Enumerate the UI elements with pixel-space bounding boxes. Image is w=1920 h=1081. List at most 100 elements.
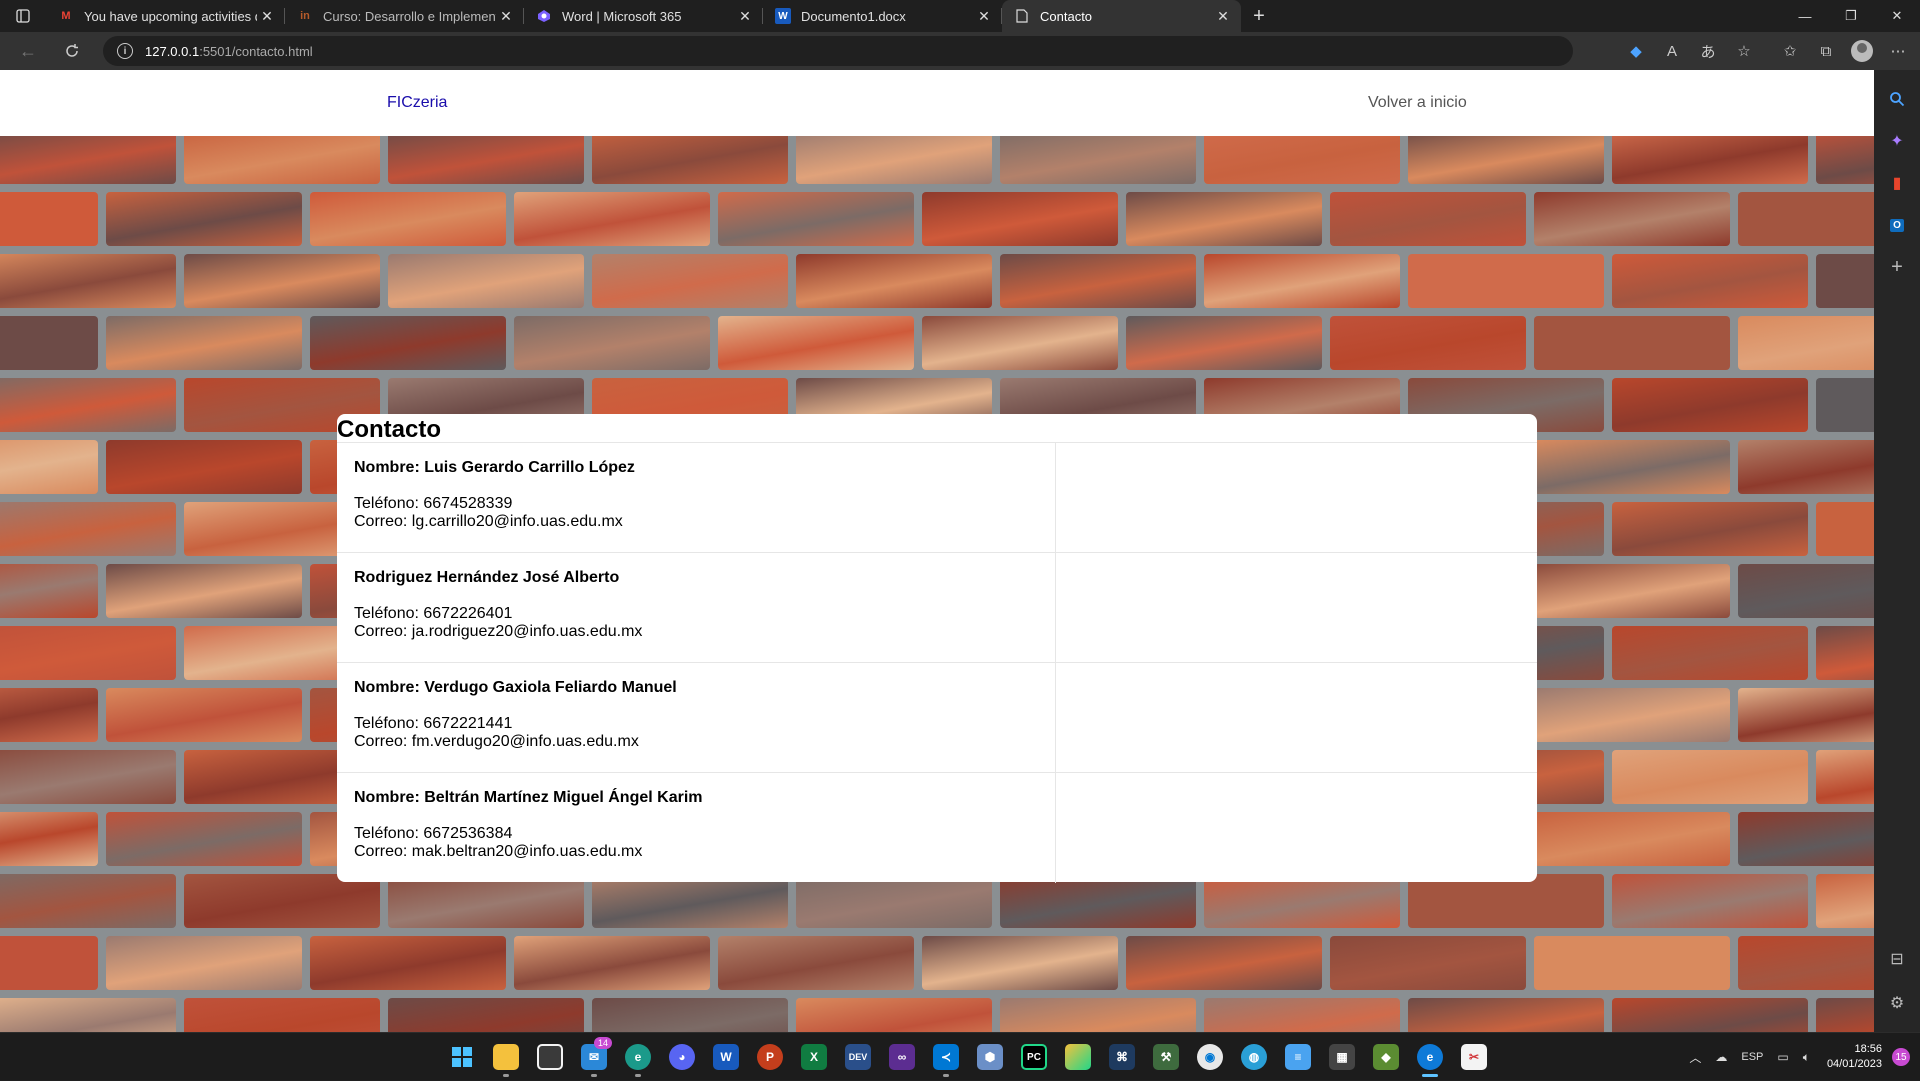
- wrench-icon: ⚒: [1153, 1044, 1179, 1070]
- contact-info-cell: Rodriguez Hernández José Alberto Teléfon…: [337, 552, 1056, 663]
- brick: [0, 688, 98, 742]
- search-icon[interactable]: [1882, 84, 1912, 114]
- close-icon[interactable]: ✕: [735, 8, 755, 25]
- tab-curso[interactable]: in Curso: Desarrollo e Implementac ✕: [285, 0, 524, 32]
- site-navbar: FICzeria Volver a inicio: [0, 70, 1874, 136]
- virtualbox-icon: ⬢: [977, 1044, 1003, 1070]
- tab-contacto[interactable]: Contacto ✕: [1002, 0, 1241, 32]
- file-explorer-button[interactable]: [484, 1035, 528, 1079]
- back-button[interactable]: ←: [6, 32, 50, 70]
- start-button[interactable]: [440, 1035, 484, 1079]
- url-field[interactable]: i 127.0.0.1:5501/contacto.html: [103, 36, 1573, 66]
- brand-link[interactable]: FICzeria: [387, 94, 447, 112]
- tab-documento1[interactable]: W Documento1.docx ✕: [763, 0, 1002, 32]
- table-row: Nombre: Luis Gerardo Carrillo López Telé…: [337, 442, 1537, 553]
- info-icon[interactable]: i: [117, 43, 133, 59]
- brick: [1816, 998, 1874, 1032]
- settings-icon[interactable]: ⚙: [1882, 988, 1912, 1018]
- refresh-icon: [66, 44, 78, 57]
- contact-name: Nombre: Luis Gerardo Carrillo López: [354, 459, 635, 476]
- brick: [1408, 130, 1604, 184]
- brick: [0, 936, 98, 990]
- folder-icon: [493, 1044, 519, 1070]
- word-button[interactable]: W: [704, 1035, 748, 1079]
- hide-sidebar-icon[interactable]: ⊟: [1882, 944, 1912, 974]
- minecraft-button[interactable]: ◆: [1364, 1035, 1408, 1079]
- collections-icon[interactable]: ⧉: [1808, 32, 1844, 70]
- brick: [1330, 316, 1526, 370]
- notification-badge[interactable]: 15: [1892, 1048, 1910, 1066]
- app-yellow-button[interactable]: [1056, 1035, 1100, 1079]
- brick: [106, 316, 302, 370]
- devcpp-button[interactable]: DEV: [836, 1035, 880, 1079]
- vscode-icon: ≺: [933, 1044, 959, 1070]
- discord-button[interactable]: ◕: [660, 1035, 704, 1079]
- favorites-icon[interactable]: ✩: [1772, 32, 1808, 70]
- tool-button[interactable]: ⚒: [1144, 1035, 1188, 1079]
- chevron-up-icon[interactable]: ︿: [1682, 1049, 1708, 1066]
- language-indicator[interactable]: ESP: [1734, 1051, 1770, 1063]
- refresh-button[interactable]: [50, 32, 94, 70]
- close-icon[interactable]: ✕: [496, 8, 516, 25]
- calculator-button[interactable]: ▦: [1320, 1035, 1364, 1079]
- avatar: [1851, 40, 1873, 62]
- virtualbox-button[interactable]: ⬢: [968, 1035, 1012, 1079]
- sql-button[interactable]: ⌘: [1100, 1035, 1144, 1079]
- chrome-app-button[interactable]: ◉: [1188, 1035, 1232, 1079]
- maps-button[interactable]: ◍: [1232, 1035, 1276, 1079]
- edge-dev-button[interactable]: e: [616, 1035, 660, 1079]
- office-icon[interactable]: ▮: [1882, 168, 1912, 198]
- translate-icon[interactable]: あ: [1690, 32, 1726, 70]
- brick: [718, 192, 914, 246]
- pycharm-button[interactable]: PC: [1012, 1035, 1056, 1079]
- shopping-tag-icon[interactable]: ◆: [1618, 32, 1654, 70]
- outlook-icon[interactable]: O: [1882, 210, 1912, 240]
- home-link[interactable]: Volver a inicio: [1368, 94, 1467, 112]
- brick: [310, 936, 506, 990]
- network-icon[interactable]: ▭: [1770, 1050, 1795, 1064]
- close-icon[interactable]: ✕: [1213, 8, 1233, 25]
- read-aloud-icon[interactable]: A: [1654, 32, 1690, 70]
- brick: [0, 998, 176, 1032]
- brick: [1612, 874, 1808, 928]
- volume-icon[interactable]: 🔈︎: [1796, 1050, 1817, 1065]
- tab-gmail[interactable]: M You have upcoming activities du ✕: [46, 0, 285, 32]
- contact-phone: Teléfono: 6672536384: [354, 825, 513, 842]
- cloud-icon[interactable]: ☁: [1708, 1050, 1734, 1064]
- brick: [1816, 378, 1874, 432]
- close-icon[interactable]: ✕: [974, 8, 994, 25]
- brick: [1126, 316, 1322, 370]
- store-button[interactable]: [528, 1035, 572, 1079]
- contact-email: Correo: ja.rodriguez20@info.uas.edu.mx: [354, 623, 643, 640]
- mail-button[interactable]: ✉ 14: [572, 1035, 616, 1079]
- notepad-button[interactable]: ≡: [1276, 1035, 1320, 1079]
- close-window-button[interactable]: ✕: [1874, 0, 1920, 32]
- profile-button[interactable]: [1844, 32, 1880, 70]
- tab-word-365[interactable]: Word | Microsoft 365 ✕: [524, 0, 763, 32]
- taskbar-apps: ✉ 14 e ◕ W P X DEV ∞ ≺ ⬢ PC ⌘ ⚒ ◉ ◍ ≡ ▦ …: [440, 1033, 1496, 1081]
- powerpoint-icon: P: [757, 1044, 783, 1070]
- powerpoint-button[interactable]: P: [748, 1035, 792, 1079]
- brick: [514, 192, 710, 246]
- url-host: 127.0.0.1: [145, 43, 200, 59]
- discover-icon[interactable]: ✦: [1882, 126, 1912, 156]
- add-favorite-icon[interactable]: ☆: [1726, 32, 1762, 70]
- excel-button[interactable]: X: [792, 1035, 836, 1079]
- brick: [1738, 316, 1874, 370]
- brick-row: [0, 994, 1874, 1032]
- add-app-icon[interactable]: +: [1882, 252, 1912, 282]
- vscode-button[interactable]: ≺: [924, 1035, 968, 1079]
- brick: [1534, 192, 1730, 246]
- snipping-tool-button[interactable]: ✂: [1452, 1035, 1496, 1079]
- tab-actions-button[interactable]: [0, 0, 46, 32]
- new-tab-button[interactable]: +: [1241, 0, 1277, 32]
- plus-icon: +: [1253, 4, 1265, 27]
- close-icon[interactable]: ✕: [257, 8, 277, 25]
- edge-browser-button[interactable]: e: [1408, 1035, 1452, 1079]
- restore-button[interactable]: ❐: [1828, 0, 1874, 32]
- clock[interactable]: 18:56 04/01/2023: [1817, 1042, 1892, 1072]
- more-options-icon[interactable]: ⋯: [1880, 32, 1916, 70]
- minimize-button[interactable]: —: [1782, 0, 1828, 32]
- visual-studio-button[interactable]: ∞: [880, 1035, 924, 1079]
- brick: [0, 440, 98, 494]
